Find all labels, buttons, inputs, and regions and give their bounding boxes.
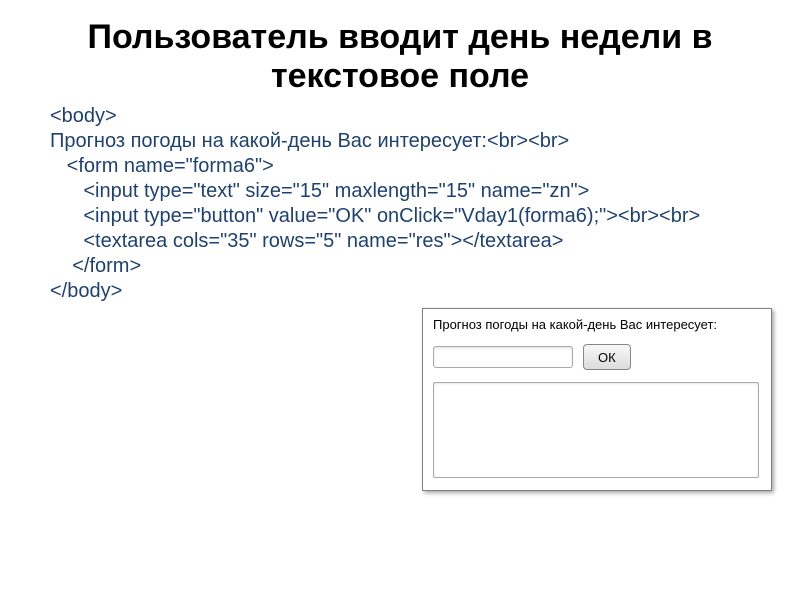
code-listing: <body> Прогноз погоды на какой-день Вас … <box>0 104 800 304</box>
code-line: <form name="forma6"> <box>50 154 760 179</box>
slide-title: Пользователь вводит день недели в тексто… <box>0 0 800 104</box>
code-line: <textarea cols="35" rows="5" name="res">… <box>50 229 760 254</box>
code-line: <input type="text" size="15" maxlength="… <box>50 179 760 204</box>
code-line: <body> <box>50 104 760 129</box>
day-input[interactable] <box>433 346 573 368</box>
code-line: </body> <box>50 279 760 304</box>
code-line: Прогноз погоды на какой-день Вас интерес… <box>50 129 760 154</box>
ok-button[interactable]: ОК <box>583 344 631 370</box>
code-line: <input type="button" value="OK" onClick=… <box>50 204 760 229</box>
demo-prompt-label: Прогноз погоды на какой-день Вас интерес… <box>433 317 761 332</box>
demo-input-row: ОК <box>433 344 761 370</box>
result-textarea[interactable] <box>433 382 759 478</box>
demo-panel: Прогноз погоды на какой-день Вас интерес… <box>422 308 772 491</box>
code-line: </form> <box>50 254 760 279</box>
